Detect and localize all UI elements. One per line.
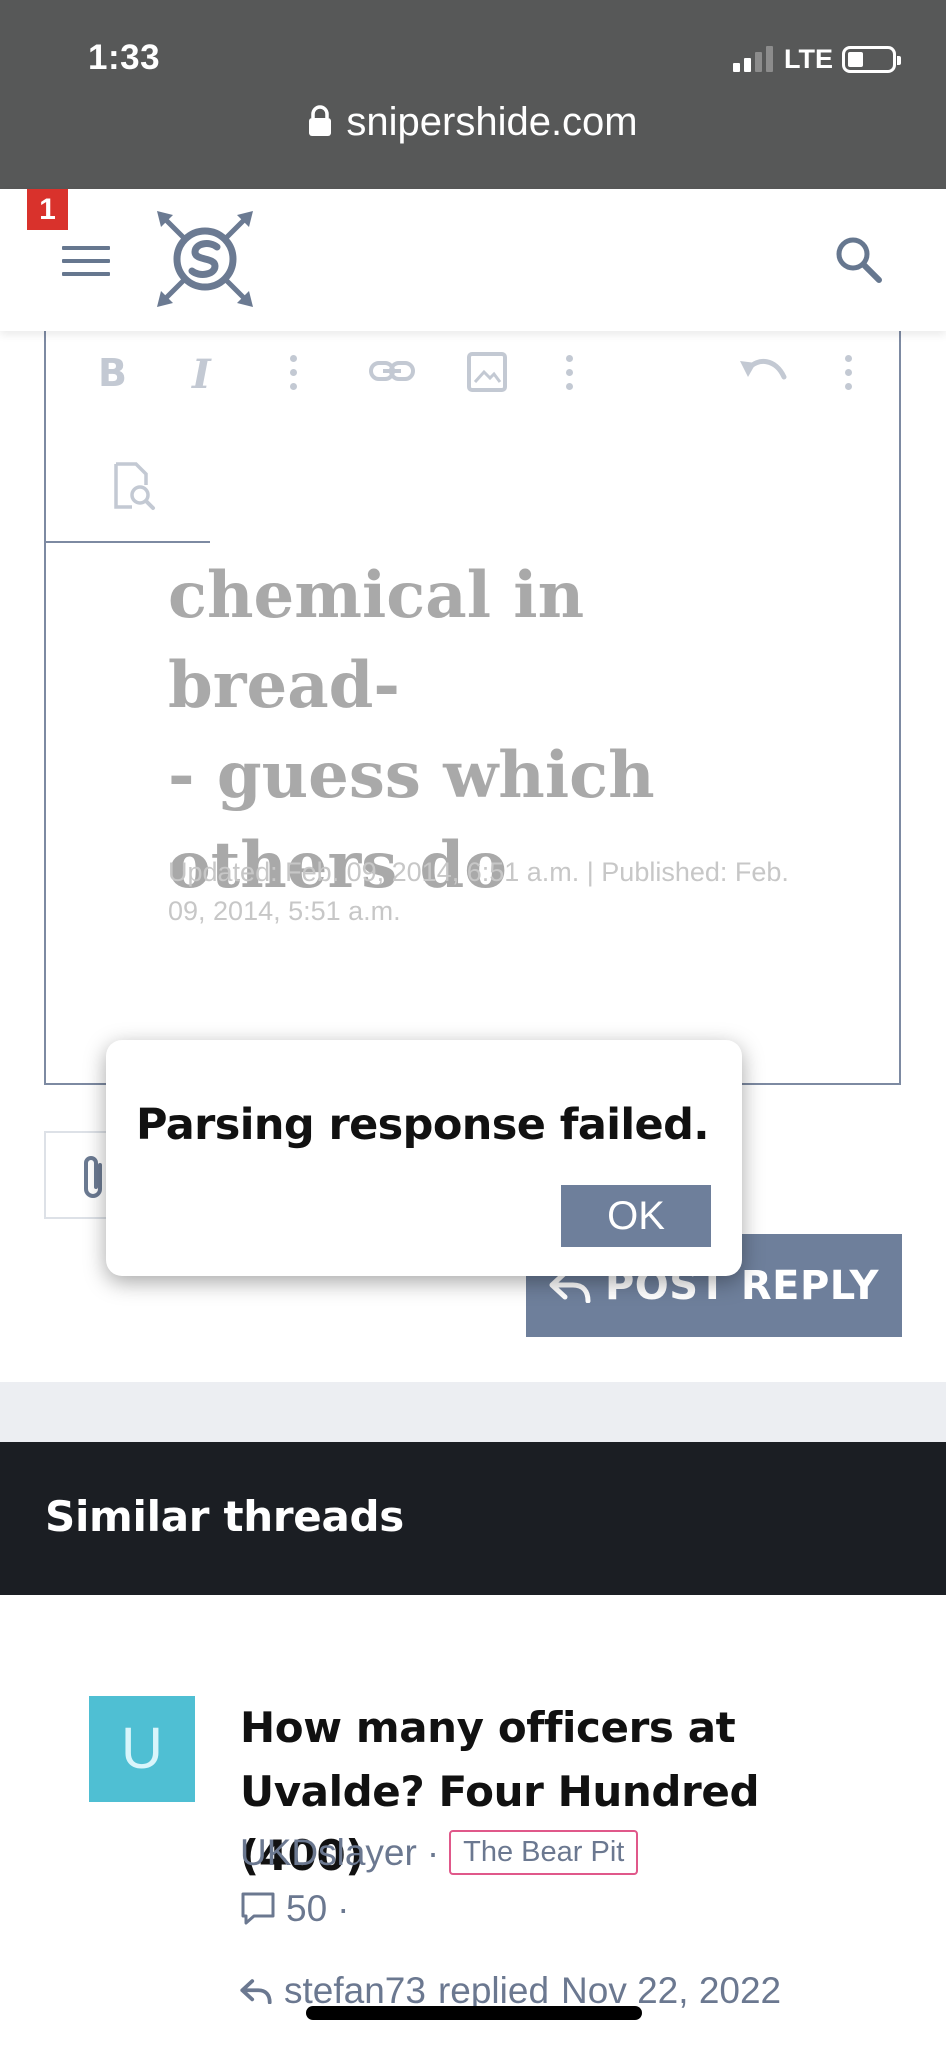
site-header: 1: [0, 189, 946, 331]
undo-icon[interactable]: [738, 351, 788, 391]
address-bar[interactable]: snipershide.com: [0, 100, 946, 145]
network-type: LTE: [784, 44, 833, 74]
snipershide-logo[interactable]: [155, 209, 255, 309]
bold-icon[interactable]: B: [98, 351, 127, 395]
status-bar: 1:33 LTE snipershide.com: [0, 0, 946, 189]
alert-dialog: Parsing response failed. OK: [106, 1040, 742, 1276]
paperclip-icon: [84, 1156, 102, 1198]
reply-icon: [240, 1979, 272, 2004]
comment-icon: [241, 1892, 275, 1925]
preview-toggle[interactable]: [44, 423, 210, 543]
alert-message: Parsing response failed.: [136, 1100, 710, 1150]
similar-threads-header: Similar threads: [0, 1442, 946, 1595]
section-divider: [0, 1382, 946, 1442]
link-icon[interactable]: [368, 351, 416, 391]
meta-separator: ·: [426, 1831, 440, 1873]
url-text: snipershide.com: [346, 100, 638, 144]
clock: 1:33: [88, 38, 161, 77]
similar-threads-heading: Similar threads: [45, 1492, 404, 1541]
more-icon[interactable]: [566, 355, 574, 397]
ok-button[interactable]: OK: [561, 1185, 711, 1247]
menu-icon[interactable]: [62, 246, 110, 276]
italic-icon[interactable]: I: [192, 351, 211, 398]
reply-editor[interactable]: B I chemical in bread- - guess which oth: [44, 331, 901, 1085]
thread-stats: 50 ·: [240, 1888, 349, 1930]
home-indicator[interactable]: [306, 2006, 642, 2020]
image-icon[interactable]: [466, 351, 508, 393]
preview-icon: [114, 462, 155, 510]
forum-tag[interactable]: The Bear Pit: [449, 1830, 639, 1875]
search-icon[interactable]: [833, 234, 885, 286]
editor-toolbar: B I: [46, 331, 899, 409]
lock-icon: [309, 105, 332, 136]
notification-badge[interactable]: 1: [27, 189, 68, 230]
more-icon[interactable]: [845, 355, 853, 397]
stats-separator: ·: [337, 1888, 350, 1929]
signal-icon: [733, 46, 773, 72]
thread-author[interactable]: UKDslayer: [240, 1832, 417, 1874]
reply-count: 50: [286, 1888, 328, 1929]
more-icon[interactable]: [290, 355, 298, 397]
battery-icon: [842, 46, 901, 73]
thread-meta: UKDslayer · The Bear Pit: [240, 1830, 639, 1875]
avatar[interactable]: U: [89, 1696, 195, 1802]
article-dateline: Updated: Feb. 09, 2014, 6:51 a.m. | Publ…: [168, 857, 789, 926]
